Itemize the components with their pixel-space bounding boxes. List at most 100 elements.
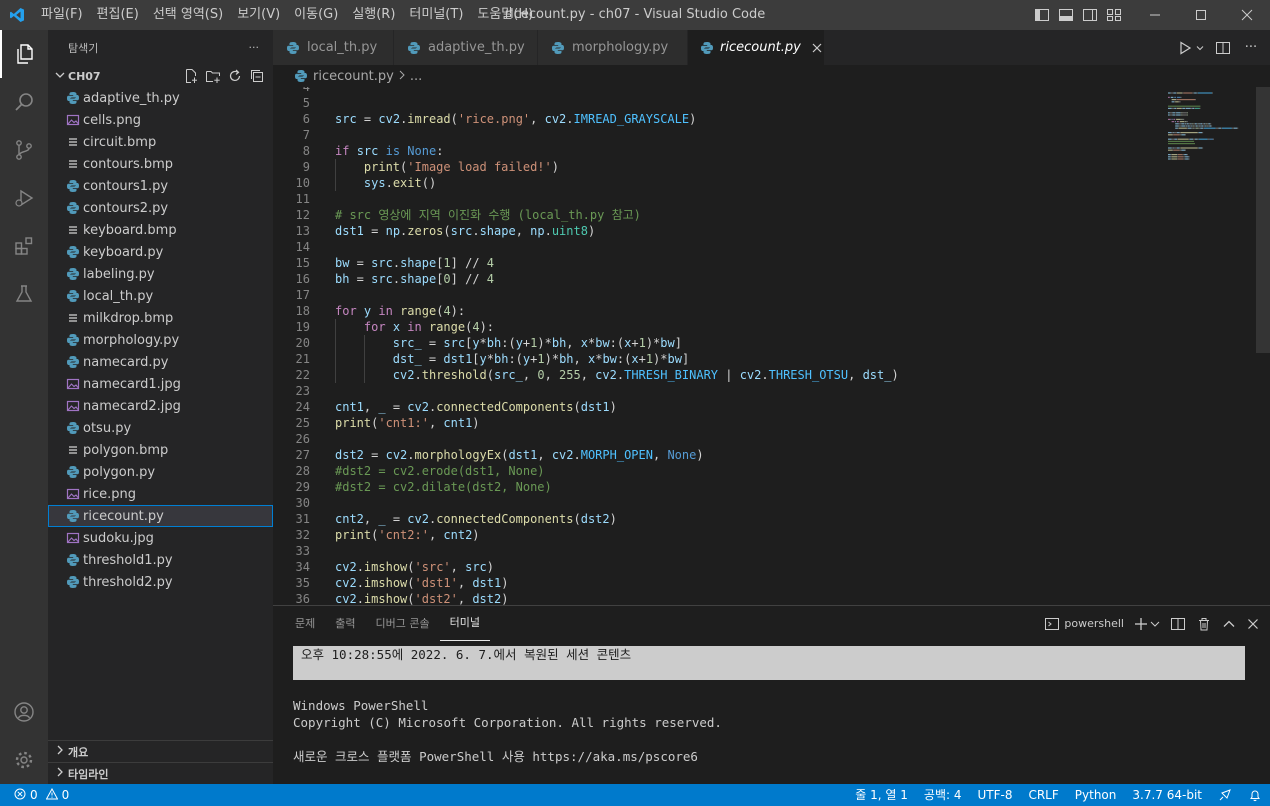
toggle-panel-icon[interactable] xyxy=(1058,7,1074,23)
minimap-line xyxy=(1176,114,1181,116)
panel-tab[interactable]: 문제 xyxy=(285,606,325,641)
editor-scrollbar[interactable] xyxy=(1256,87,1270,605)
split-editor-icon[interactable] xyxy=(1214,39,1232,57)
toggle-sidebar-icon[interactable] xyxy=(1034,7,1050,23)
file-tree-item[interactable]: polygon.bmp xyxy=(48,439,273,461)
indentation[interactable]: 공백: 4 xyxy=(916,784,970,806)
new-file-icon[interactable] xyxy=(183,68,199,84)
shell-name[interactable]: powershell xyxy=(1064,617,1124,630)
file-tree-item[interactable]: keyboard.bmp xyxy=(48,219,273,241)
menu-item[interactable]: 선택 영역(S) xyxy=(146,0,230,30)
file-tree-item[interactable]: adaptive_th.py xyxy=(48,87,273,109)
panel-tab[interactable]: 출력 xyxy=(325,606,365,641)
customize-layout-icon[interactable] xyxy=(1106,7,1122,23)
file-tree-item[interactable]: threshold2.py xyxy=(48,571,273,593)
maximize-button[interactable] xyxy=(1178,0,1224,30)
line-ending[interactable]: CRLF xyxy=(1020,784,1066,806)
panel-tab[interactable]: 디버그 콘솔 xyxy=(366,606,440,641)
minimap-line xyxy=(1172,114,1176,116)
source-control-icon[interactable] xyxy=(0,126,48,174)
notifications-bell-icon[interactable] xyxy=(1240,788,1270,802)
run-python-file-icon[interactable] xyxy=(1176,39,1194,57)
file-tree-item[interactable]: rice.png xyxy=(48,483,273,505)
file-tree-item[interactable]: cells.png xyxy=(48,109,273,131)
new-terminal-icon[interactable] xyxy=(1134,617,1148,631)
refresh-icon[interactable] xyxy=(227,68,243,84)
file-tree-item[interactable]: namecard.py xyxy=(48,351,273,373)
panel-tab[interactable]: 터미널 xyxy=(439,606,490,641)
more-actions-icon[interactable]: ··· xyxy=(1242,39,1260,57)
cursor-position[interactable]: 줄 1, 열 1 xyxy=(847,784,916,806)
minimize-button[interactable] xyxy=(1132,0,1178,30)
breadcrumb-file[interactable]: ricecount.py xyxy=(313,69,394,84)
encoding[interactable]: UTF-8 xyxy=(969,784,1020,806)
file-tree-item[interactable]: contours2.py xyxy=(48,197,273,219)
minimap[interactable] xyxy=(1166,87,1256,207)
file-tree-item[interactable]: namecard1.jpg xyxy=(48,373,273,395)
editor-tab[interactable]: ricecount.py xyxy=(688,30,825,65)
menu-item[interactable]: 터미널(T) xyxy=(402,0,470,30)
trash-icon[interactable] xyxy=(1196,616,1212,632)
file-tree-item[interactable]: ricecount.py xyxy=(48,505,273,527)
folder-header[interactable]: CH07 xyxy=(48,65,273,87)
accounts-icon[interactable] xyxy=(0,688,48,736)
new-folder-icon[interactable] xyxy=(205,68,221,84)
menu-item[interactable]: 실행(R) xyxy=(345,0,402,30)
explorer-icon[interactable] xyxy=(0,30,48,78)
file-tree-item[interactable]: contours1.py xyxy=(48,175,273,197)
run-dropdown-icon[interactable] xyxy=(1196,39,1204,57)
file-tree-item[interactable]: threshold1.py xyxy=(48,549,273,571)
editor-tab[interactable]: adaptive_th.py xyxy=(394,30,538,65)
editor-tab[interactable]: morphology.py xyxy=(538,30,688,65)
scrollbar-thumb[interactable] xyxy=(1256,87,1270,353)
editor-tab[interactable]: local_th.py xyxy=(273,30,394,65)
problems-status[interactable]: 0 0 xyxy=(0,787,69,803)
file-tree-item[interactable]: polygon.py xyxy=(48,461,273,483)
run-debug-icon[interactable] xyxy=(0,174,48,222)
minimap-line xyxy=(1171,158,1177,160)
more-actions-icon[interactable]: ··· xyxy=(249,41,260,54)
file-tree-item[interactable]: circuit.bmp xyxy=(48,131,273,153)
close-button[interactable] xyxy=(1224,0,1270,30)
terminal-output[interactable]: 오후 10:28:55에 2022. 6. 7.에서 복원된 세션 콘텐츠 Wi… xyxy=(293,646,1253,799)
vscode-logo-icon[interactable] xyxy=(0,0,34,30)
minimap-line xyxy=(1205,123,1207,125)
file-tree-item[interactable]: namecard2.jpg xyxy=(48,395,273,417)
file-tree-item[interactable]: morphology.py xyxy=(48,329,273,351)
maximize-panel-icon[interactable] xyxy=(1222,617,1236,631)
split-terminal-icon[interactable] xyxy=(1170,616,1186,632)
outline-section[interactable]: 개요 xyxy=(48,740,273,762)
feedback-icon[interactable] xyxy=(1210,788,1240,802)
file-name: morphology.py xyxy=(83,332,180,348)
extensions-icon[interactable] xyxy=(0,222,48,270)
menu-item[interactable]: 도움말(H) xyxy=(470,0,540,30)
terminal-dropdown-icon[interactable] xyxy=(1150,619,1160,629)
minimap-line xyxy=(1192,92,1195,94)
file-tree-item[interactable]: local_th.py xyxy=(48,285,273,307)
python-file-icon xyxy=(65,200,81,216)
testing-icon[interactable] xyxy=(0,270,48,318)
python-interpreter[interactable]: 3.7.7 64-bit xyxy=(1124,784,1210,806)
minimap-line xyxy=(1193,125,1195,127)
file-tree-item[interactable]: contours.bmp xyxy=(48,153,273,175)
file-tree-item[interactable]: otsu.py xyxy=(48,417,273,439)
file-tree-item[interactable]: keyboard.py xyxy=(48,241,273,263)
close-panel-icon[interactable] xyxy=(1246,617,1260,631)
search-icon[interactable] xyxy=(0,78,48,126)
file-tree-item[interactable]: sudoku.jpg xyxy=(48,527,273,549)
menu-item[interactable]: 이동(G) xyxy=(287,0,345,30)
menu-item[interactable]: 편집(E) xyxy=(90,0,146,30)
folder-actions xyxy=(183,68,273,84)
close-tab-icon[interactable] xyxy=(811,42,823,54)
code-editor[interactable]: 4 5 6 src = cv2.imread('rice.png', cv2.IMRE… xyxy=(273,87,1270,605)
menu-item[interactable]: 보기(V) xyxy=(230,0,287,30)
file-tree-item[interactable]: milkdrop.bmp xyxy=(48,307,273,329)
breadcrumb-symbol[interactable]: ... xyxy=(410,69,422,84)
toggle-secondary-sidebar-icon[interactable] xyxy=(1082,7,1098,23)
timeline-section[interactable]: 타임라인 xyxy=(48,762,273,784)
language-mode[interactable]: Python xyxy=(1067,784,1125,806)
file-tree-item[interactable]: labeling.py xyxy=(48,263,273,285)
menu-item[interactable]: 파일(F) xyxy=(34,0,90,30)
settings-gear-icon[interactable] xyxy=(0,736,48,784)
collapse-all-icon[interactable] xyxy=(249,68,265,84)
